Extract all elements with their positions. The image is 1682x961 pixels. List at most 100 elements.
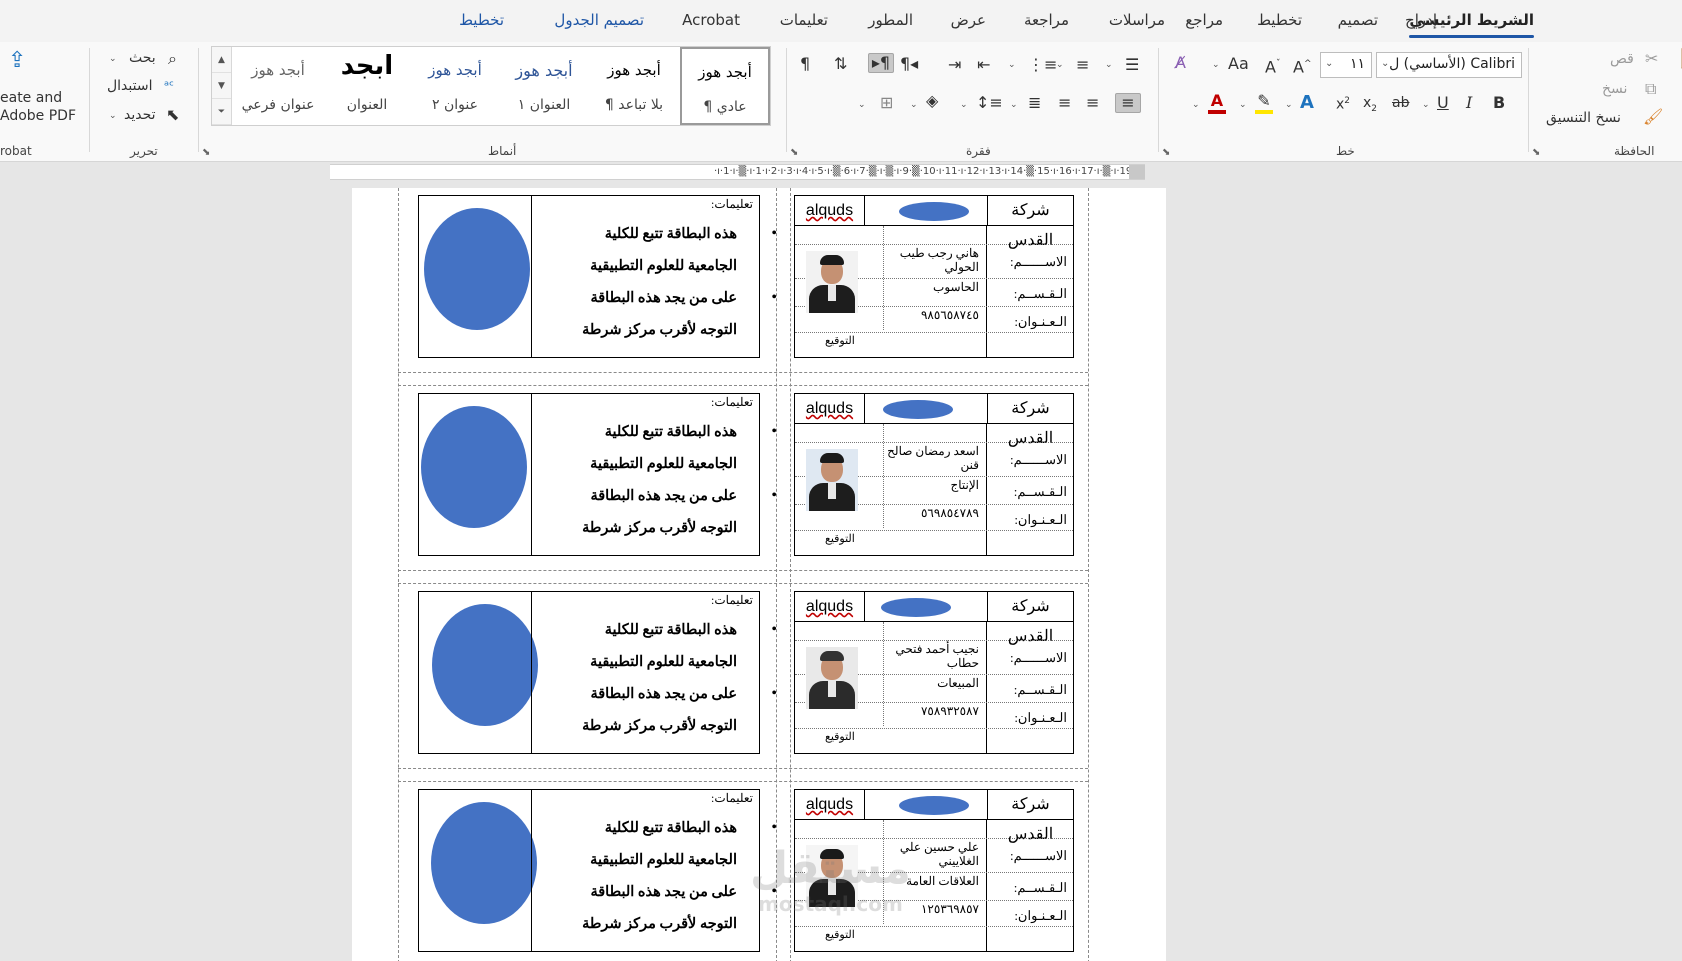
superscript-icon[interactable]: x2: [1336, 92, 1350, 114]
increase-indent-icon[interactable]: ⇥: [948, 56, 961, 74]
id-card-back[interactable]: تعليمات: هذه البطاقة تتبع للكلية الجامعي…: [418, 393, 777, 556]
font-color-icon[interactable]: A: [1208, 92, 1226, 114]
employee-photo[interactable]: [806, 647, 858, 709]
tab-mailings[interactable]: مراسلات: [1109, 11, 1165, 29]
tab-view[interactable]: عرض: [951, 11, 986, 29]
multilevel-list-icon[interactable]: ⋮≡: [1028, 56, 1057, 74]
line-spacing-icon[interactable]: ↕≡: [976, 94, 1003, 112]
paragraph-launcher-icon[interactable]: ⬊: [790, 147, 798, 158]
create-pdf-label-2[interactable]: Adobe PDF: [0, 108, 76, 124]
tab-layout[interactable]: تخطيط: [1257, 11, 1302, 29]
style-title[interactable]: ابجد العنوان: [324, 47, 410, 125]
show-marks-icon[interactable]: ¶: [800, 55, 810, 73]
center-icon[interactable]: ≡: [1086, 94, 1099, 112]
text-effects-icon[interactable]: A: [1300, 94, 1314, 112]
instructions-title: تعليمات:: [711, 197, 753, 211]
clipboard-launcher-icon[interactable]: ⬊: [1532, 147, 1540, 158]
tab-references[interactable]: مراجع: [1185, 11, 1223, 29]
gallery-more-icon[interactable]: ⏷: [212, 99, 231, 125]
search-icon[interactable]: ⌕: [168, 50, 177, 68]
change-case-icon[interactable]: Aa: [1228, 55, 1249, 73]
numbering-icon[interactable]: ≡: [1076, 56, 1089, 74]
align-left-icon[interactable]: ≡: [1058, 94, 1071, 112]
format-painter-button[interactable]: نسخ التنسيق: [1546, 110, 1621, 126]
tab-acrobat[interactable]: Acrobat: [682, 11, 740, 29]
paste-icon[interactable]: 📋: [1677, 48, 1682, 70]
font-size-combo[interactable]: ١١ ⌄: [1320, 52, 1372, 78]
tab-table-design[interactable]: تصميم الجدول: [554, 11, 644, 29]
employee-photo[interactable]: [806, 251, 858, 313]
underline-icon[interactable]: U: [1437, 94, 1449, 112]
tab-developer[interactable]: المطور: [868, 11, 913, 29]
logo-text: alquds: [805, 796, 854, 813]
style-normal[interactable]: أبجد هوز ¶ عادي: [680, 47, 770, 125]
id-card-back[interactable]: تعليمات: هذه البطاقة تتبع للكلية الجامعي…: [418, 789, 777, 952]
select-button[interactable]: تحديد: [124, 107, 156, 123]
ribbon: 📋 ✂ قص ⧉ نسخ 🖌 نسخ التنسيق الحافظة ⬊ Cal…: [0, 42, 1682, 162]
font-launcher-icon[interactable]: ⬊: [1162, 147, 1170, 158]
instructions-title: تعليمات:: [711, 593, 753, 607]
id-card-front[interactable]: شركة القدس alquds الاســــــم: الـقـســم…: [794, 195, 1074, 358]
copy-button[interactable]: نسخ: [1602, 81, 1627, 97]
font-name-combo[interactable]: Calibri (الأساسي) ل ⌄: [1376, 52, 1522, 78]
copy-icon[interactable]: ⧉: [1645, 80, 1656, 98]
tab-table-layout[interactable]: تخطيط: [459, 11, 504, 29]
borders-icon[interactable]: ⊞: [880, 94, 893, 112]
id-card-front[interactable]: شركة القدس alquds الاســــــم: الـقـســم…: [794, 393, 1074, 556]
employee-photo[interactable]: [806, 449, 858, 511]
replace-button[interactable]: استبدال: [107, 78, 152, 94]
id-card-back[interactable]: تعليمات: هذه البطاقة تتبع للكلية الجامعي…: [418, 195, 777, 358]
id-card-front[interactable]: شركة القدس alquds الاســــــم: الـقـســم…: [794, 591, 1074, 754]
bold-icon[interactable]: B: [1493, 94, 1505, 112]
signature-label: التوقيع: [825, 335, 855, 347]
circle-shape[interactable]: [421, 406, 527, 528]
logo-text: alquds: [805, 598, 854, 615]
shrink-font-icon[interactable]: Aˇ: [1265, 55, 1280, 76]
style-heading-1[interactable]: أبجد هوز العنوان ١: [500, 47, 588, 125]
format-painter-icon[interactable]: 🖌: [1643, 108, 1663, 126]
shading-icon[interactable]: ◈: [926, 92, 938, 110]
tab-help[interactable]: تعليمات: [780, 11, 828, 29]
create-pdf-label-1[interactable]: eate and: [0, 90, 62, 106]
circle-shape[interactable]: [431, 802, 537, 924]
gallery-down-icon[interactable]: ▼: [212, 73, 231, 99]
highlight-icon[interactable]: ✎: [1255, 92, 1273, 114]
name-label: الاســــــم:: [1009, 848, 1067, 863]
address-label: الـعـنـوان:: [1014, 314, 1067, 329]
name-label: الاســــــم:: [1009, 254, 1067, 269]
align-right-icon[interactable]: ≡: [1115, 93, 1141, 113]
rtl-direction-icon[interactable]: ¶◂: [900, 55, 918, 73]
company-name: شركة القدس: [987, 592, 1073, 645]
scissors-icon[interactable]: ✂: [1645, 50, 1658, 68]
id-card-back[interactable]: تعليمات: هذه البطاقة تتبع للكلية الجامعي…: [418, 591, 777, 754]
style-heading-2[interactable]: أبجد هوز عنوان ٢: [412, 47, 498, 125]
select-cursor-icon[interactable]: ⬉: [166, 106, 179, 124]
tab-review[interactable]: مراجعة: [1024, 11, 1069, 29]
create-pdf-icon[interactable]: ⇪: [8, 50, 26, 72]
instructions-title: تعليمات:: [711, 395, 753, 409]
circle-shape[interactable]: [424, 208, 530, 330]
cut-button[interactable]: قص: [1610, 51, 1634, 67]
bullets-icon[interactable]: ☰: [1125, 56, 1139, 74]
subscript-icon[interactable]: x2: [1363, 94, 1377, 118]
style-subtitle[interactable]: أبجد هوز عنوان فرعي: [234, 47, 322, 125]
justify-icon[interactable]: ≣: [1028, 94, 1041, 112]
circle-shape[interactable]: [432, 604, 538, 726]
strikethrough-icon[interactable]: ab: [1392, 94, 1409, 112]
clear-formatting-icon[interactable]: A̸: [1175, 54, 1186, 72]
italic-icon[interactable]: I: [1466, 94, 1472, 112]
replace-icon[interactable]: ᵃᶜ: [164, 78, 174, 96]
style-no-spacing[interactable]: أبجد هوز ¶ بلا تباعد: [590, 47, 678, 125]
ltr-direction-icon[interactable]: ▸¶: [868, 53, 894, 73]
styles-launcher-icon[interactable]: ⬊: [202, 147, 210, 158]
clipboard-group: 📋 ✂ قص ⧉ نسخ 🖌 نسخ التنسيق الحافظة ⬊: [1530, 42, 1682, 162]
horizontal-ruler[interactable]: ·2·ı·1·ı·▒·ı·1·ı·2·ı·3·ı·4·ı·5·ı·▒·6·ı·7…: [330, 164, 1145, 180]
gallery-up-icon[interactable]: ▲: [212, 47, 231, 73]
instruction-line: هذه البطاقة تتبع للكلية: [527, 614, 777, 646]
tab-design[interactable]: تصميم: [1338, 11, 1378, 29]
decrease-indent-icon[interactable]: ⇤: [977, 56, 990, 74]
sort-icon[interactable]: ⇅: [834, 55, 847, 73]
tab-insert[interactable]: إدراج: [1405, 11, 1437, 29]
grow-font-icon[interactable]: A^: [1293, 55, 1312, 76]
find-button[interactable]: بحث: [129, 50, 156, 66]
